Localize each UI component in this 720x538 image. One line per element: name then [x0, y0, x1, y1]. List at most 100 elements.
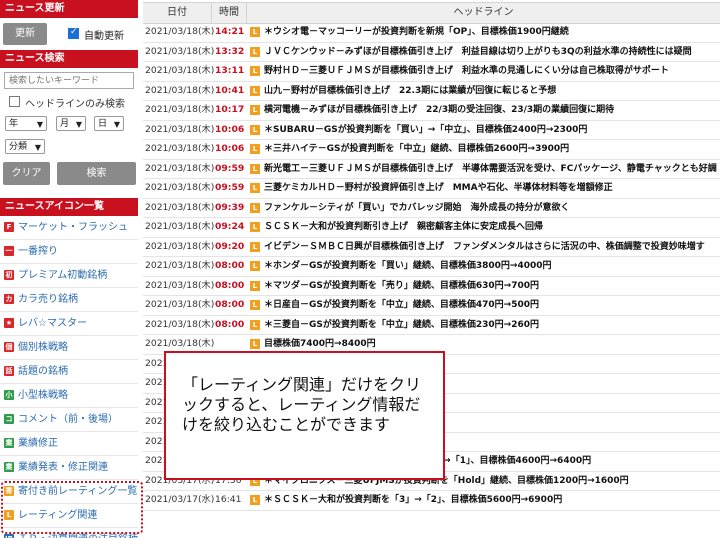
category-icon: 業: [4, 438, 14, 448]
chevron-down-icon: ▼: [36, 120, 43, 129]
table-row[interactable]: 2021/03/18(木) 14:21 L ＊ウシオ電－マッコーリーが投資判断を新規「…: [143, 23, 720, 43]
headline-only-checkbox[interactable]: [9, 96, 20, 107]
table-row[interactable]: 2021/03/17(水) 16:41 L ＊ＳＣＳＫ－大和が投資判断を「3」→「2」…: [143, 491, 720, 511]
row-time: 09:59: [215, 162, 245, 174]
table-row[interactable]: 2021/03/18(木) 08:00 L ＊ホンダ－GSが投資判断を「買い」継続、目…: [143, 257, 720, 277]
table-row[interactable]: 2021/03/18(木) 08:00 L ＊マツダ－GSが投資判断を「売り」継続、目…: [143, 277, 720, 296]
row-headline-link[interactable]: ＊マツダ－GSが投資判断を「売り」継続、目標株価630円→700円: [264, 277, 539, 296]
column-header-headline[interactable]: ヘッドライン: [247, 3, 720, 23]
rating-icon: L: [250, 280, 260, 291]
news-icon-item[interactable]: 業業績発表・修正関連: [0, 456, 138, 480]
row-date: 2021/03/18(木): [145, 143, 215, 154]
category-icon: 話: [4, 366, 14, 376]
update-button[interactable]: 更新: [3, 23, 47, 45]
row-headline-link[interactable]: ＊日産自－GSが投資判断を「中立」継続、目標株価470円→500円: [264, 296, 539, 315]
news-icon-item[interactable]: カカラ売り銘柄: [0, 288, 138, 312]
news-icon-item[interactable]: F マーケット・フラッシュ: [0, 216, 138, 240]
row-time: 16:41: [215, 494, 242, 505]
rating-icon: L: [250, 300, 260, 310]
row-date: 2021/03/18(木): [145, 221, 215, 232]
row-headline-link[interactable]: ＊三菱自－GSが投資判断を「中立」継続、目標株価230円→260円: [264, 316, 539, 335]
highlight-frame: [1, 481, 143, 534]
row-time: 10:17: [215, 104, 245, 115]
table-row[interactable]: 2021/03/18(木) 09:20 L イビデン－ＳＭＢＣ日興が目標株価引き上げ …: [143, 238, 720, 257]
row-date: 2021/03/17(水): [145, 494, 215, 505]
auto-update-checkbox[interactable]: [68, 27, 79, 39]
table-row[interactable]: 2021/03/18(木) 10:06 L ＊三井ハイテ－GSが投資判断を「中立」継続…: [143, 140, 720, 160]
row-headline-link[interactable]: ＊ウシオ電－マッコーリーが投資判断を新規「OP」、目標株価1900円継続: [264, 23, 569, 42]
row-date: 2021/03/18(木): [145, 260, 215, 271]
table-row[interactable]: 2021/03/18(木) 10:41 L 山九－野村が目標株価引き上げ 22.3期に…: [143, 82, 720, 101]
rating-icon: L: [250, 319, 260, 330]
news-icon-label: ＩＲ・決算関連の注目銘柄: [18, 534, 138, 538]
news-icon-label: 業績発表・修正関連: [18, 462, 108, 473]
table-row[interactable]: 2021/03/18(木) 13:32 L ＪＶＣケンウッド－みずほが目標株価引き上げ…: [143, 43, 720, 62]
table-row[interactable]: 2021/03/18(木) 10:06 L ＊SUBARU－GSが投資判断を「買い」→…: [143, 121, 720, 140]
news-icon-item[interactable]: 小小型株戦略: [0, 384, 138, 408]
row-time: 08:00: [215, 279, 245, 291]
row-date: 2021/03/18(木): [145, 104, 215, 115]
table-row[interactable]: 2021/03/18(木) 08:00 L ＊三菱自－GSが投資判断を「中立」継続、目…: [143, 316, 720, 335]
table-row[interactable]: 2021/03/18(木) 09:39 L ファンケル－シティが「買い」でカバレッジ開…: [143, 199, 720, 218]
column-header-time[interactable]: 時間: [212, 3, 247, 23]
row-headline-link[interactable]: ＊SUBARU－GSが投資判断を「買い」→「中立」、目標株価2400円→2300…: [264, 121, 587, 140]
rating-icon: L: [250, 495, 260, 505]
row-time: 08:00: [215, 260, 245, 271]
news-icon-item[interactable]: ココメント（前・後場）: [0, 408, 138, 432]
news-search-header: ニュース検索: [0, 50, 138, 68]
column-header-date[interactable]: 日付: [143, 3, 212, 23]
tooltip-callout: 「レーティング関連」だけをクリックすると、レーティング情報だけを絞り込むことがで…: [164, 351, 445, 480]
row-time: 08:00: [215, 318, 245, 330]
news-icon-item[interactable]: 業業績修正: [0, 432, 138, 456]
news-update-header: ニュース更新: [0, 0, 138, 18]
row-date: 2021/03/18(木): [145, 26, 215, 37]
rating-icon: L: [250, 66, 260, 76]
row-headline-link[interactable]: ＳＣＳＫ－大和が投資判断引き上げ 親密顧客主体に安定成長へ回帰: [264, 218, 543, 237]
news-icon-label: プレミアム初動銘柄: [18, 270, 108, 281]
table-row[interactable]: 2021/03/18(木) 13:11 L 野村ＨＤ－三菱ＵＦＪＭＳが目標株価引き上げ…: [143, 62, 720, 82]
table-row[interactable]: 2021/03/18(木) 08:00 L ＊日産自－GSが投資判断を「中立」継続、目…: [143, 296, 720, 316]
news-icon-item[interactable]: 初プレミアム初動銘柄: [0, 264, 138, 288]
row-headline-link[interactable]: ＊三井ハイテ－GSが投資判断を「中立」継続、目標株価2600円→3900円: [264, 140, 569, 159]
chevron-down-icon: ▼: [75, 120, 82, 129]
news-icon-item[interactable]: 話話題の銘柄: [0, 360, 138, 384]
row-date: 2021/03/18(木): [145, 182, 215, 193]
table-row[interactable]: 2021/03/18(木) 10:17 L 横河電機－みずほが目標株価引き上げ 22/…: [143, 101, 720, 121]
category-select[interactable]: 分類 ▼: [5, 139, 45, 154]
row-headline-link[interactable]: ＪＶＣケンウッド－みずほが目標株価引き上げ 利益目線は切り上がりも3Qの利益水準…: [264, 43, 692, 62]
clear-button[interactable]: クリア: [3, 162, 50, 185]
news-icon-label: 話題の銘柄: [18, 366, 68, 377]
row-headline-link[interactable]: ＊ＳＣＳＫ－大和が投資判断を「3」→「2」、目標株価5600円→6900円: [264, 491, 562, 510]
year-select[interactable]: 年 ▼: [5, 116, 47, 131]
category-icon: 一: [4, 246, 14, 256]
news-icon-label: コメント（前・後場）: [18, 414, 118, 425]
rating-icon: L: [250, 241, 260, 252]
row-headline-link[interactable]: 山九－野村が目標株価引き上げ 22.3期には業績が回復に転じると予想: [264, 82, 556, 101]
table-row[interactable]: 2021/03/18(木) 09:59 L 三菱ケミカルＨＤ－野村が投資評価引き上げ …: [143, 179, 720, 199]
day-select[interactable]: 日 ▼: [94, 116, 124, 131]
row-time: 13:11: [215, 65, 245, 76]
news-icon-item[interactable]: 個個別株戦略: [0, 336, 138, 360]
row-headline-link[interactable]: ファンケル－シティが「買い」でカバレッジ開始 海外成長の持分が意欲く: [264, 199, 569, 218]
row-headline-link[interactable]: 新光電工－三菱ＵＦＪＭＳが目標株価引き上げ 半導体需要活況を受け、FCパッケージ…: [264, 160, 717, 179]
table-row[interactable]: 2021/03/18(木) 09:59 L 新光電工－三菱ＵＦＪＭＳが目標株価引き上げ…: [143, 160, 720, 179]
row-headline-link[interactable]: 三菱ケミカルＨＤ－野村が投資評価引き上げ MMAや石化、半導体材料等を増額修正: [264, 179, 613, 198]
news-icon-label: 小型株戦略: [18, 390, 68, 401]
search-input[interactable]: [4, 72, 134, 89]
rating-icon: L: [250, 261, 260, 271]
search-button[interactable]: 検索: [57, 162, 136, 185]
news-icon-label: カラ売り銘柄: [18, 294, 78, 305]
row-headline-link[interactable]: 野村ＨＤ－三菱ＵＦＪＭＳが目標株価引き上げ 利益水準の見通しにくい分は自己株取得…: [264, 62, 669, 81]
category-icon: コ: [4, 414, 14, 424]
row-headline-link[interactable]: 横河電機－みずほが目標株価引き上げ 22/3期の受注回復、23/3期の業績回復に…: [264, 101, 614, 120]
table-row[interactable]: 2021/03/18(木) 09:24 L ＳＣＳＫ－大和が投資判断引き上げ 親密顧客…: [143, 218, 720, 238]
news-icon-item[interactable]: 一一番搾り: [0, 240, 138, 264]
month-select[interactable]: 月 ▼: [56, 116, 86, 131]
news-icon-item[interactable]: ★ レバ☆マスター: [0, 312, 138, 336]
row-time: 13:32: [215, 45, 245, 57]
chevron-down-icon: ▼: [113, 120, 120, 129]
row-time: 14:21: [215, 26, 245, 37]
category-icon: F: [4, 222, 14, 232]
row-headline-link[interactable]: ＊ホンダ－GSが投資判断を「買い」継続、目標株価3800円→4000円: [264, 257, 552, 276]
row-headline-link[interactable]: イビデン－ＳＭＢＣ日興が目標株価引き上げ ファンダメンタルはさらに活況の中、株価…: [264, 238, 705, 257]
